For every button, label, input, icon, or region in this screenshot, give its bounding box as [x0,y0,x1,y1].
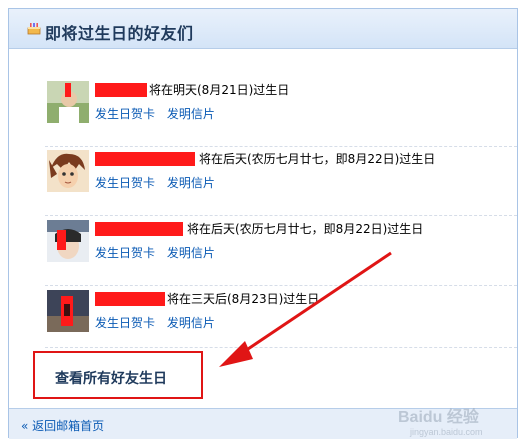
avatar[interactable] [47,220,89,262]
send-postcard-link[interactable]: 发明信片 [167,107,215,121]
birthday-panel: 即将过生日的好友们 将在明天(8月21日)过生日 发生日贺卡 发明信片 将在后天… [8,8,518,439]
send-birthday-card-link[interactable]: 发生日贺卡 [95,176,155,190]
send-postcard-link[interactable]: 发明信片 [167,316,215,330]
avatar[interactable] [47,150,89,192]
back-to-mailbox-link[interactable]: « 返回邮箱首页 [21,417,104,434]
watermark-url: jingyan.baidu.com [409,427,483,437]
name-redacted [95,222,183,236]
friend-item: 将在后天(农历七月廿七，即8月22日)过生日 发生日贺卡 发明信片 [45,144,495,204]
watermark-brand: Baidu 经验 [398,407,480,426]
panel-header: 即将过生日的好友们 [9,9,517,49]
send-birthday-card-link[interactable]: 发生日贺卡 [95,316,155,330]
page-title: 即将过生日的好友们 [45,24,194,43]
send-postcard-link[interactable]: 发明信片 [167,176,215,190]
friend-item: 将在明天(8月21日)过生日 发生日贺卡 发明信片 [45,75,495,135]
name-redacted [95,292,165,306]
birthday-info: 将在明天(8月21日)过生日 [149,83,290,97]
name-redacted [95,152,195,166]
cake-icon [27,23,41,35]
annotation-arrow-icon [219,251,392,367]
birthday-info: 将在后天(农历七月廿七，即8月22日)过生日 [187,222,424,236]
send-birthday-card-link[interactable]: 发生日贺卡 [95,107,155,121]
watermark-logo: Baidu 经验 jingyan.baidu.com [398,407,483,437]
see-all-birthdays-link[interactable]: 查看所有好友生日 [55,368,167,388]
birthday-info: 将在后天(农历七月廿七，即8月22日)过生日 [199,152,436,166]
send-postcard-link[interactable]: 发明信片 [167,246,215,260]
avatar[interactable] [47,290,89,332]
name-redacted [95,83,147,97]
send-birthday-card-link[interactable]: 发生日贺卡 [95,246,155,260]
avatar[interactable] [47,81,89,123]
